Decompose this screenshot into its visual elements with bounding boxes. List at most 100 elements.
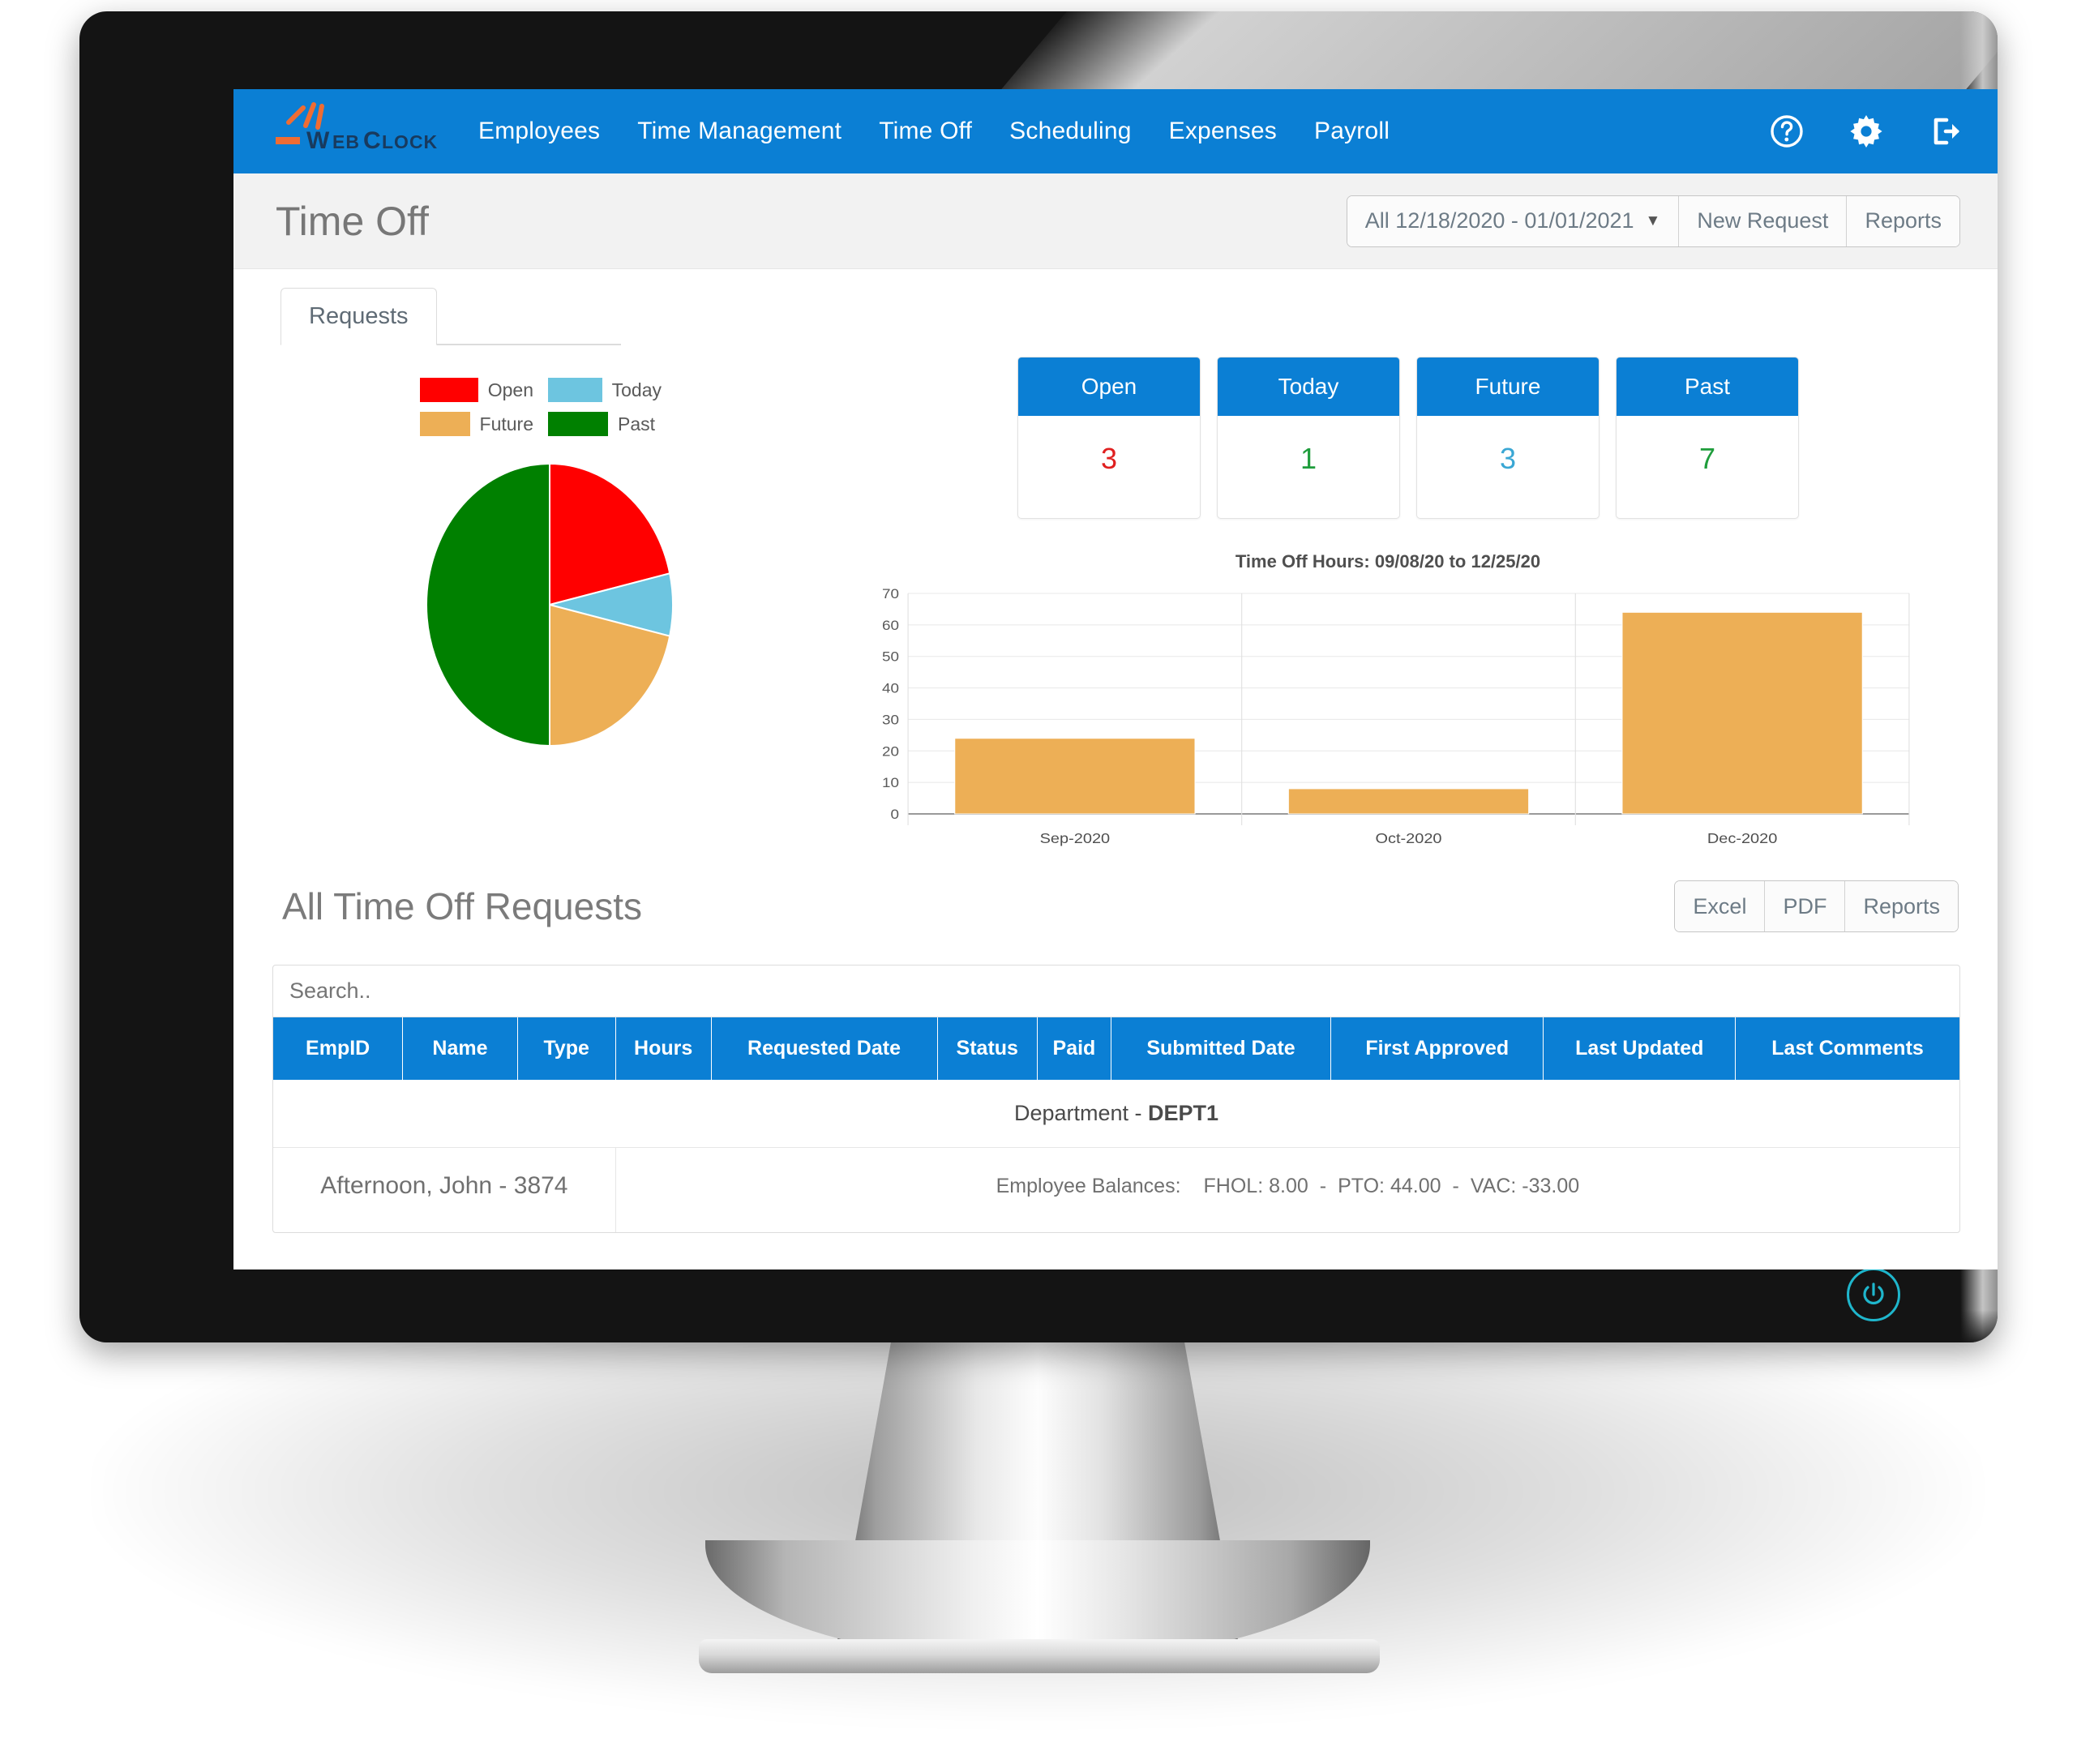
col-empid[interactable]: EmpID xyxy=(273,1017,404,1080)
tab-bar: Requests xyxy=(281,287,621,345)
bezel-highlight xyxy=(1000,11,1998,91)
col-name[interactable]: Name xyxy=(402,1017,518,1080)
col-requested-date[interactable]: Requested Date xyxy=(711,1017,938,1080)
power-button-icon[interactable] xyxy=(1847,1268,1900,1321)
help-icon[interactable] xyxy=(1767,112,1806,151)
y-tick-40: 40 xyxy=(882,680,899,696)
stat-card-past[interactable]: Past 7 xyxy=(1616,357,1799,519)
new-request-button[interactable]: New Request xyxy=(1678,195,1847,246)
search-input[interactable] xyxy=(289,978,1943,1004)
legend-item-today: Today xyxy=(548,378,662,402)
col-first-approved[interactable]: First Approved xyxy=(1330,1017,1544,1080)
stat-card-past-label: Past xyxy=(1617,358,1798,416)
export-button-group: Excel PDF Reports xyxy=(1674,880,1959,932)
bar-Oct-2020[interactable] xyxy=(1287,788,1530,815)
main-nav-links: Employees Time Management Time Off Sched… xyxy=(478,118,1390,145)
nav-time-management[interactable]: Time Management xyxy=(637,118,842,145)
stat-card-future-value: 3 xyxy=(1499,442,1517,475)
y-tick-0: 0 xyxy=(891,807,900,822)
legend-item-open: Open xyxy=(420,378,533,402)
stat-card-open[interactable]: Open 3 xyxy=(1017,357,1201,519)
pie-chart xyxy=(266,459,833,751)
balance-separator-1: - xyxy=(1319,1174,1327,1197)
monitor-stand-base xyxy=(699,1639,1380,1673)
balance-separator-2: - xyxy=(1452,1174,1459,1197)
col-hours[interactable]: Hours xyxy=(615,1017,712,1080)
pdf-button[interactable]: PDF xyxy=(1764,881,1845,931)
webclock-app: W EB C LOCK Employees Time Management Ti… xyxy=(233,89,1998,1269)
y-tick-20: 20 xyxy=(882,743,899,759)
reports-button[interactable]: Reports xyxy=(1844,881,1958,931)
bar-chart-section: Time Off Hours: 09/08/20 to 12/25/20 0 10… xyxy=(833,551,1967,853)
y-tick-10: 10 xyxy=(882,775,899,790)
page-header-bar: Time Off All 12/18/2020 - 01/01/2021 ▼ N… xyxy=(233,173,1998,269)
balance-pto-label: PTO: xyxy=(1338,1174,1385,1197)
balance-fhol-label: FHOL: xyxy=(1203,1174,1264,1197)
svg-text:EB: EB xyxy=(332,131,360,152)
tab-requests[interactable]: Requests xyxy=(281,288,437,345)
stat-card-future[interactable]: Future 3 xyxy=(1416,357,1600,519)
bar-Sep-2020[interactable] xyxy=(954,738,1196,815)
col-paid[interactable]: Paid xyxy=(1037,1017,1111,1080)
department-group-cell: Department - DEPT1 xyxy=(273,1080,1959,1148)
nav-payroll[interactable]: Payroll xyxy=(1314,118,1390,145)
col-submitted-date[interactable]: Submitted Date xyxy=(1111,1017,1332,1080)
y-tick-30: 30 xyxy=(882,712,899,727)
y-tick-50: 50 xyxy=(882,649,899,665)
col-type[interactable]: Type xyxy=(517,1017,616,1080)
nav-icon-group xyxy=(1767,89,1965,173)
col-status[interactable]: Status xyxy=(937,1017,1038,1080)
requests-panel: Requests Open Today Future Past Open 3 T… xyxy=(266,287,1967,1233)
search-row xyxy=(273,965,1959,1017)
legend-swatch-future xyxy=(420,412,470,436)
stat-card-group: Open 3 Today 1 Future 3 Past 7 xyxy=(833,357,1967,519)
pie-legend: Open Today Future Past xyxy=(420,378,679,436)
pie-slice-past[interactable] xyxy=(426,462,550,747)
excel-button[interactable]: Excel xyxy=(1675,881,1765,931)
legend-item-past: Past xyxy=(548,412,662,436)
nav-time-off[interactable]: Time Off xyxy=(879,118,972,145)
legend-label-future: Future xyxy=(479,413,533,435)
nav-expenses[interactable]: Expenses xyxy=(1169,118,1277,145)
dashboard-row: Open Today Future Past Open 3 Today 1 Fu… xyxy=(266,345,1967,853)
stat-card-today[interactable]: Today 1 xyxy=(1217,357,1400,519)
y-tick-60: 60 xyxy=(882,618,899,633)
monitor-screen: W EB C LOCK Employees Time Management Ti… xyxy=(233,89,1998,1269)
stat-card-past-value: 7 xyxy=(1698,442,1716,475)
bar-Dec-2020[interactable] xyxy=(1621,611,1863,815)
legend-label-today: Today xyxy=(611,379,662,400)
page-title: Time Off xyxy=(276,198,429,244)
gear-icon[interactable] xyxy=(1847,112,1886,151)
stat-card-future-label: Future xyxy=(1417,358,1599,416)
legend-label-past: Past xyxy=(618,413,656,435)
table-header-row: EmpID Name Type Hours Requested Date Sta… xyxy=(273,1017,1959,1080)
nav-employees[interactable]: Employees xyxy=(478,118,600,145)
table-row[interactable]: Afternoon, John - 3874 Employee Balances… xyxy=(273,1147,1959,1232)
webclock-logo[interactable]: W EB C LOCK xyxy=(268,101,467,161)
x-tick-Oct-2020: Oct-2020 xyxy=(1375,831,1441,847)
legend-swatch-open xyxy=(420,378,478,402)
svg-text:C: C xyxy=(363,127,382,154)
balances-label: Employee Balances: xyxy=(996,1174,1181,1197)
page-action-buttons: All 12/18/2020 - 01/01/2021 ▼ New Reques… xyxy=(1346,195,1960,247)
requests-table-body: Department - DEPT1 Afternoon, John - 387… xyxy=(273,1080,1959,1232)
legend-item-future: Future xyxy=(420,412,533,436)
col-last-updated[interactable]: Last Updated xyxy=(1543,1017,1737,1080)
x-tick-Sep-2020: Sep-2020 xyxy=(1040,831,1111,847)
pie-chart-section: Open Today Future Past xyxy=(266,345,833,751)
stat-card-open-value: 3 xyxy=(1100,442,1118,475)
date-range-dropdown[interactable]: All 12/18/2020 - 01/01/2021 ▼ xyxy=(1347,195,1679,246)
employee-name-cell: Afternoon, John - 3874 xyxy=(273,1147,616,1232)
reports-button-top[interactable]: Reports xyxy=(1846,195,1959,246)
col-last-comments[interactable]: Last Comments xyxy=(1735,1017,1959,1080)
logout-icon[interactable] xyxy=(1926,112,1965,151)
balance-vac-label: VAC: xyxy=(1470,1174,1517,1197)
stats-and-bar-section: Open 3 Today 1 Future 3 Past 7 Time Off … xyxy=(833,345,1967,853)
bar-chart-title: Time Off Hours: 09/08/20 to 12/25/20 xyxy=(1235,551,1541,572)
nav-scheduling[interactable]: Scheduling xyxy=(1009,118,1131,145)
department-value: DEPT1 xyxy=(1148,1101,1219,1125)
requests-section-title: All Time Off Requests xyxy=(282,885,642,927)
bar-chart: 0 10 20 30 40 50 60 70 Sep-2020 Oct-2020 Dec-2020 xyxy=(858,585,1918,853)
bezel-bottom-shade xyxy=(79,1310,1998,1342)
requests-table-head: EmpID Name Type Hours Requested Date Sta… xyxy=(273,1017,1959,1080)
